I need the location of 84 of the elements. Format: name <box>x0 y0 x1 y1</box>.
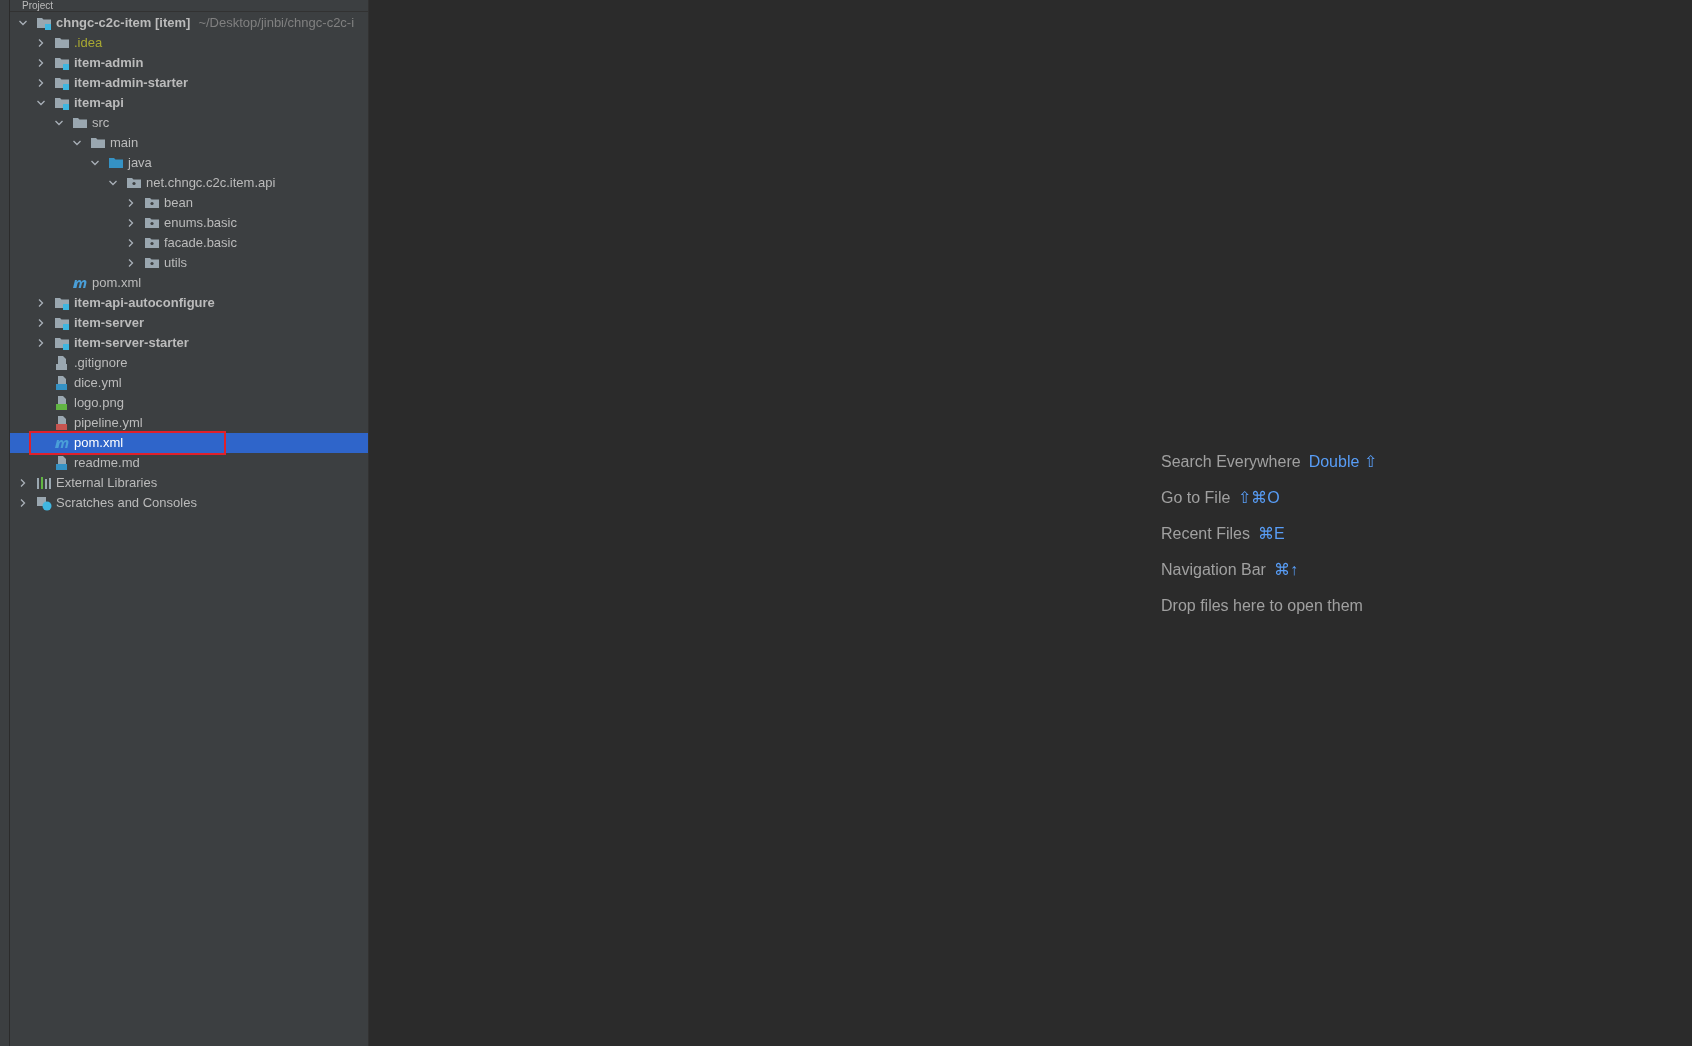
hint-text: Recent Files <box>1161 524 1250 544</box>
tree-item-label: src <box>92 114 110 133</box>
markdown-file-icon <box>54 455 70 471</box>
tree-row[interactable]: dice.yml <box>10 373 368 393</box>
shortcut-text: Double ⇧ <box>1308 452 1377 472</box>
tree-item-label: External Libraries <box>56 474 158 493</box>
tree-item-label: pipeline.yml <box>74 414 143 433</box>
package-folder-icon <box>144 195 160 211</box>
tree-item-label: item-admin-starter <box>74 74 189 93</box>
module-folder-icon <box>54 335 70 351</box>
tree-row[interactable]: item-admin-starter <box>10 73 368 93</box>
shortcut-text: ⇧⌘O <box>1238 488 1280 508</box>
tree-item-label: bean <box>164 194 193 213</box>
tree-row[interactable]: bean <box>10 193 368 213</box>
hint-text: Go to File <box>1161 488 1231 508</box>
tree-item-label: net.chngc.c2c.item.api <box>146 174 276 193</box>
tree-row[interactable]: pipeline.yml <box>10 413 368 433</box>
tree-item-label: chngc-c2c-item [item] <box>56 14 191 33</box>
tree-row[interactable]: .idea <box>10 33 368 53</box>
yaml-file-icon <box>54 415 70 431</box>
image-file-icon <box>54 395 70 411</box>
tree-row[interactable]: pom.xml <box>10 433 368 453</box>
tree-row[interactable]: item-server <box>10 313 368 333</box>
tree-item-label: utils <box>164 254 188 273</box>
module-folder-icon <box>54 95 70 111</box>
scratches-icon <box>36 495 52 511</box>
package-folder-icon <box>144 235 160 251</box>
tree-item-label: logo.png <box>74 394 124 413</box>
tree-row[interactable]: logo.png <box>10 393 368 413</box>
tree-item-label: facade.basic <box>164 234 237 253</box>
folder-icon <box>90 135 106 151</box>
tree-row[interactable]: java <box>10 153 368 173</box>
module-folder-icon <box>36 15 52 31</box>
tree-row[interactable]: main <box>10 133 368 153</box>
tree-item-label: .idea <box>74 34 103 53</box>
yaml-file-icon <box>54 375 70 391</box>
tree-item-label: item-admin <box>74 54 144 73</box>
folder-icon <box>54 35 70 51</box>
package-folder-icon <box>144 255 160 271</box>
tree-row[interactable]: Scratches and Consoles <box>10 493 368 513</box>
tree-item-label: java <box>128 154 152 173</box>
tree-item-label: item-api-autoconfigure <box>74 294 215 313</box>
tree-item-label: .gitignore <box>74 354 128 373</box>
module-folder-icon <box>54 295 70 311</box>
tree-item-label: Scratches and Consoles <box>56 494 197 513</box>
tree-item-label: item-server-starter <box>74 334 189 353</box>
tree-row[interactable]: net.chngc.c2c.item.api <box>10 173 368 193</box>
tree-row[interactable]: External Libraries <box>10 473 368 493</box>
package-folder-icon <box>144 215 160 231</box>
tree-row[interactable]: item-server-starter <box>10 333 368 353</box>
folder-icon <box>108 155 124 171</box>
project-path: ~/Desktop/jinbi/chngc-c2c-i <box>198 14 355 33</box>
tree-row[interactable]: src <box>10 113 368 133</box>
tree-item-label: dice.yml <box>74 374 122 393</box>
tree-item-label: pom.xml <box>92 274 142 293</box>
tree-row[interactable]: item-admin <box>10 53 368 73</box>
shortcut-text: ⌘E <box>1257 524 1285 544</box>
hint-text: Drop files here to open them <box>1161 596 1363 616</box>
tree-row[interactable]: enums.basic <box>10 213 368 233</box>
tree-item-label: pom.xml <box>74 434 124 453</box>
tree-row[interactable]: item-api-autoconfigure <box>10 293 368 313</box>
shortcut-text: ⌘↑ <box>1273 560 1298 580</box>
package-folder-icon <box>126 175 142 191</box>
libraries-icon <box>36 475 52 491</box>
tree-row[interactable]: .gitignore <box>10 353 368 373</box>
tree-item-label: item-server <box>74 314 145 333</box>
module-folder-icon <box>54 315 70 331</box>
hint-text: Search Everywhere <box>1161 452 1301 472</box>
tree-item-label: main <box>110 134 139 153</box>
module-folder-icon <box>54 75 70 91</box>
tree-row[interactable]: pom.xml <box>10 273 368 293</box>
panel-title: Project <box>22 1 54 11</box>
tree-item-label: enums.basic <box>164 214 237 233</box>
module-folder-icon <box>54 55 70 71</box>
tree-row[interactable]: utils <box>10 253 368 273</box>
ignore-file-icon <box>54 355 70 371</box>
tree-row[interactable]: item-api <box>10 93 368 113</box>
tree-item-label: item-api <box>74 94 124 113</box>
tree-row[interactable]: readme.md <box>10 453 368 473</box>
tree-row[interactable]: facade.basic <box>10 233 368 253</box>
folder-icon <box>72 115 88 131</box>
hint-text: Navigation Bar <box>1161 560 1266 580</box>
tree-item-label: readme.md <box>74 454 140 473</box>
tree-row[interactable]: chngc-c2c-item [item] ~/Desktop/jinbi/chngc-c2c-i <box>10 13 368 33</box>
